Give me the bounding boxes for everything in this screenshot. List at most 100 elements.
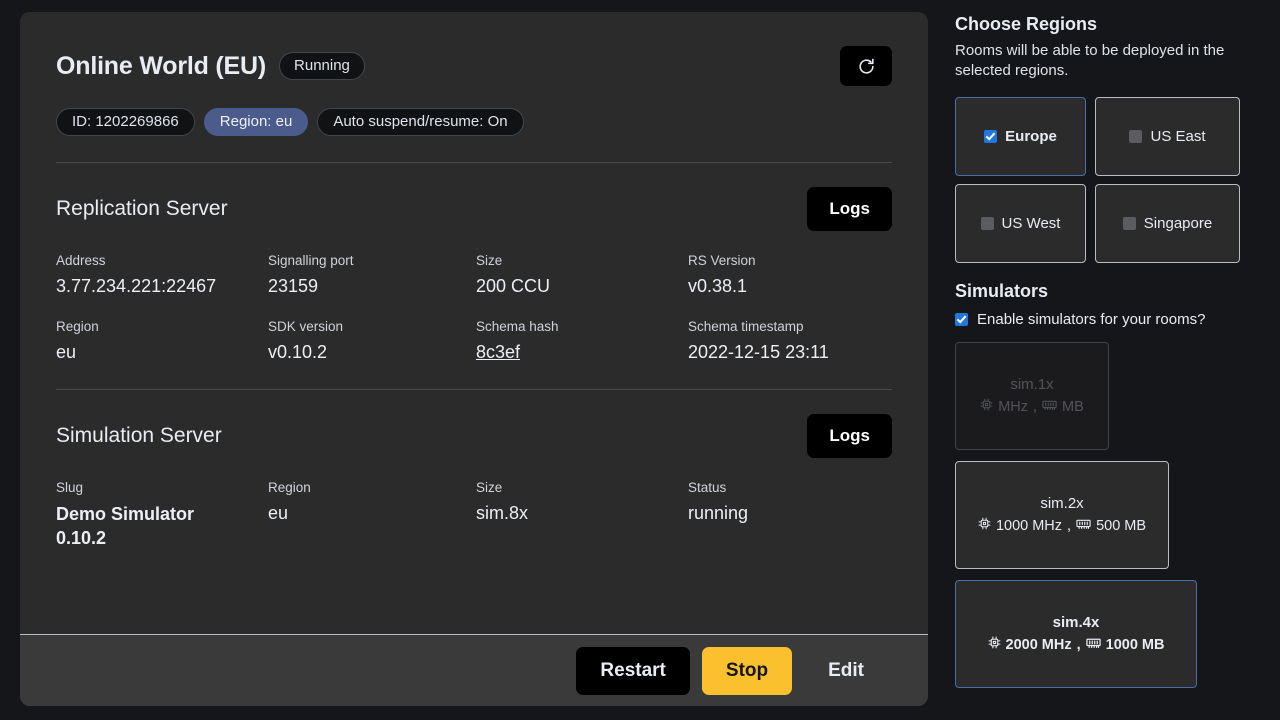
sim-option-sim-1x: sim.1x MHz, MB bbox=[955, 342, 1109, 450]
app-screen: Online World (EU) Running ID: 120226 bbox=[0, 0, 1280, 720]
refresh-icon bbox=[857, 57, 876, 76]
spec-separator: , bbox=[1033, 399, 1037, 415]
page-title: Online World (EU) bbox=[56, 52, 266, 81]
field-sim-region: Region eu bbox=[268, 480, 476, 551]
field-value: running bbox=[688, 503, 892, 524]
simulation-logs-button[interactable]: Logs bbox=[807, 414, 892, 458]
card-footer: Restart Stop Edit bbox=[20, 634, 928, 706]
sim-option-cpu: 2000 MHz bbox=[1006, 637, 1072, 653]
simulation-server-header: Simulation Server Logs bbox=[56, 414, 892, 458]
field-label: Size bbox=[476, 480, 688, 495]
replication-server-section: Replication Server Logs Address 3.77.234… bbox=[56, 163, 892, 363]
simulation-server-section: Simulation Server Logs Slug Demo Simulat… bbox=[56, 390, 892, 551]
spec-separator: , bbox=[1077, 637, 1081, 653]
replication-server-fields: Address 3.77.234.221:22467 Signalling po… bbox=[56, 253, 892, 363]
field-label: Status bbox=[688, 480, 892, 495]
field-value: 3.77.234.221:22467 bbox=[56, 276, 268, 297]
cpu-chip-icon bbox=[978, 517, 991, 534]
sim-option-cpu: MHz bbox=[998, 399, 1028, 415]
field-label: Address bbox=[56, 253, 268, 268]
main-pane: Online World (EU) Running ID: 120226 bbox=[0, 0, 945, 720]
field-label: Size bbox=[476, 253, 688, 268]
field-value: 2022-12-15 23:11 bbox=[688, 342, 892, 363]
field-schema-timestamp: Schema timestamp 2022-12-15 23:11 bbox=[688, 319, 892, 363]
region-label: US East bbox=[1150, 128, 1205, 145]
region-card-europe[interactable]: Europe bbox=[955, 97, 1086, 176]
replication-server-header: Replication Server Logs bbox=[56, 187, 892, 231]
refresh-button[interactable] bbox=[840, 46, 892, 86]
field-label: SDK version bbox=[268, 319, 476, 334]
checkbox-icon[interactable] bbox=[1123, 217, 1136, 230]
field-label: RS Version bbox=[688, 253, 892, 268]
edit-button[interactable]: Edit bbox=[804, 647, 888, 695]
region-grid: Europe US East US West Singapore bbox=[955, 97, 1270, 263]
sim-option-cpu: 1000 MHz bbox=[996, 518, 1062, 534]
badge-region: Region: eu bbox=[204, 108, 309, 136]
side-panel: Choose Regions Rooms will be able to be … bbox=[945, 0, 1280, 720]
sim-option-sim-4x[interactable]: sim.4x 2000 MHz, 10 bbox=[955, 580, 1197, 688]
field-schema-hash: Schema hash 8c3ef bbox=[476, 319, 688, 363]
region-card-us-east[interactable]: US East bbox=[1095, 97, 1240, 176]
sim-option-specs: MHz, MB bbox=[980, 398, 1084, 415]
schema-hash-link[interactable]: 8c3ef bbox=[476, 342, 688, 363]
region-label: Europe bbox=[1005, 128, 1057, 145]
sim-option-memory: 1000 MB bbox=[1106, 637, 1165, 653]
region-card-us-west[interactable]: US West bbox=[955, 184, 1086, 263]
meta-badge-row: ID: 1202269866 Region: eu Auto suspend/r… bbox=[56, 108, 892, 136]
region-card-singapore[interactable]: Singapore bbox=[1095, 184, 1240, 263]
field-value: sim.8x bbox=[476, 503, 688, 524]
sim-option-name: sim.1x bbox=[1010, 376, 1053, 393]
sim-option-sim-2x[interactable]: sim.2x 1000 MHz, 50 bbox=[955, 461, 1169, 569]
field-value: eu bbox=[268, 503, 476, 524]
field-label: Signalling port bbox=[268, 253, 476, 268]
badge-auto-suspend: Auto suspend/resume: On bbox=[317, 108, 523, 136]
field-value: v0.38.1 bbox=[688, 276, 892, 297]
field-label: Schema hash bbox=[476, 319, 688, 334]
field-label: Region bbox=[268, 480, 476, 495]
checkbox-icon[interactable] bbox=[955, 313, 968, 326]
restart-button[interactable]: Restart bbox=[576, 647, 689, 695]
field-region: Region eu bbox=[56, 319, 268, 363]
field-size: Size 200 CCU bbox=[476, 253, 688, 297]
field-signalling-port: Signalling port 23159 bbox=[268, 253, 476, 297]
field-value: 23159 bbox=[268, 276, 476, 297]
sim-option-name: sim.2x bbox=[1040, 495, 1083, 512]
title-group: Online World (EU) Running bbox=[56, 52, 365, 81]
choose-regions-title: Choose Regions bbox=[955, 14, 1270, 35]
checkbox-icon[interactable] bbox=[984, 130, 997, 143]
sim-option-specs: 1000 MHz, 500 MB bbox=[978, 517, 1146, 534]
field-address: Address 3.77.234.221:22467 bbox=[56, 253, 268, 297]
cpu-chip-icon bbox=[980, 398, 993, 415]
checkbox-icon[interactable] bbox=[981, 217, 994, 230]
card-header: Online World (EU) Running bbox=[56, 46, 892, 86]
region-label: Singapore bbox=[1144, 215, 1212, 232]
field-rs-version: RS Version v0.38.1 bbox=[688, 253, 892, 297]
replication-server-title: Replication Server bbox=[56, 197, 228, 221]
field-label: Slug bbox=[56, 480, 268, 495]
cpu-chip-icon bbox=[988, 636, 1001, 653]
field-value: Demo Simulator 0.10.2 bbox=[56, 503, 236, 551]
spec-separator: , bbox=[1067, 518, 1071, 534]
choose-regions-subtitle: Rooms will be able to be deployed in the… bbox=[955, 41, 1270, 81]
sim-option-memory: MB bbox=[1062, 399, 1084, 415]
simulators-title: Simulators bbox=[955, 281, 1270, 302]
enable-simulators-label: Enable simulators for your rooms? bbox=[977, 311, 1205, 328]
field-label: Region bbox=[56, 319, 268, 334]
field-sim-size: Size sim.8x bbox=[476, 480, 688, 551]
field-label: Schema timestamp bbox=[688, 319, 892, 334]
checkbox-icon[interactable] bbox=[1129, 130, 1142, 143]
simulation-server-title: Simulation Server bbox=[56, 424, 222, 448]
field-sdk-version: SDK version v0.10.2 bbox=[268, 319, 476, 363]
replication-logs-button[interactable]: Logs bbox=[807, 187, 892, 231]
region-label: US West bbox=[1002, 215, 1061, 232]
field-value: eu bbox=[56, 342, 268, 363]
deployment-card: Online World (EU) Running ID: 120226 bbox=[20, 12, 928, 706]
memory-ram-icon bbox=[1076, 518, 1091, 534]
stop-button[interactable]: Stop bbox=[702, 647, 792, 695]
memory-ram-icon bbox=[1086, 637, 1101, 653]
simulation-server-fields: Slug Demo Simulator 0.10.2 Region eu Siz… bbox=[56, 480, 892, 551]
field-value: v0.10.2 bbox=[268, 342, 476, 363]
sim-option-specs: 2000 MHz, 1000 MB bbox=[988, 636, 1165, 653]
enable-simulators-row[interactable]: Enable simulators for your rooms? bbox=[955, 311, 1270, 328]
card-body: Online World (EU) Running ID: 120226 bbox=[20, 12, 928, 634]
